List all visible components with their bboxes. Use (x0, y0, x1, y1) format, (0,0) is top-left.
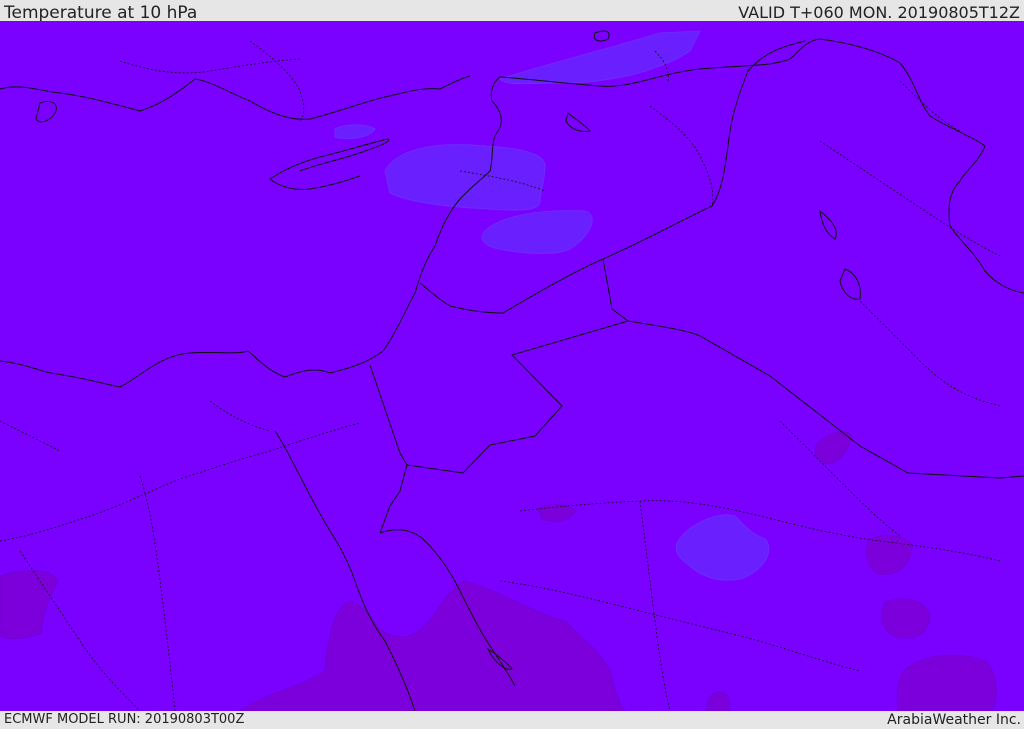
valid-time: VALID T+060 MON. 20190805T12Z (738, 3, 1020, 22)
temperature-map[interactable] (0, 21, 1024, 711)
footer-bar: ECMWF MODEL RUN: 20190803T00Z ArabiaWeat… (0, 711, 1024, 729)
header-bar: Temperature at 10 hPa VALID T+060 MON. 2… (0, 0, 1024, 23)
credit-text: ArabiaWeather Inc. (887, 712, 1021, 728)
model-run: ECMWF MODEL RUN: 20190803T00Z (4, 712, 245, 727)
map-title: Temperature at 10 hPa (4, 3, 198, 23)
